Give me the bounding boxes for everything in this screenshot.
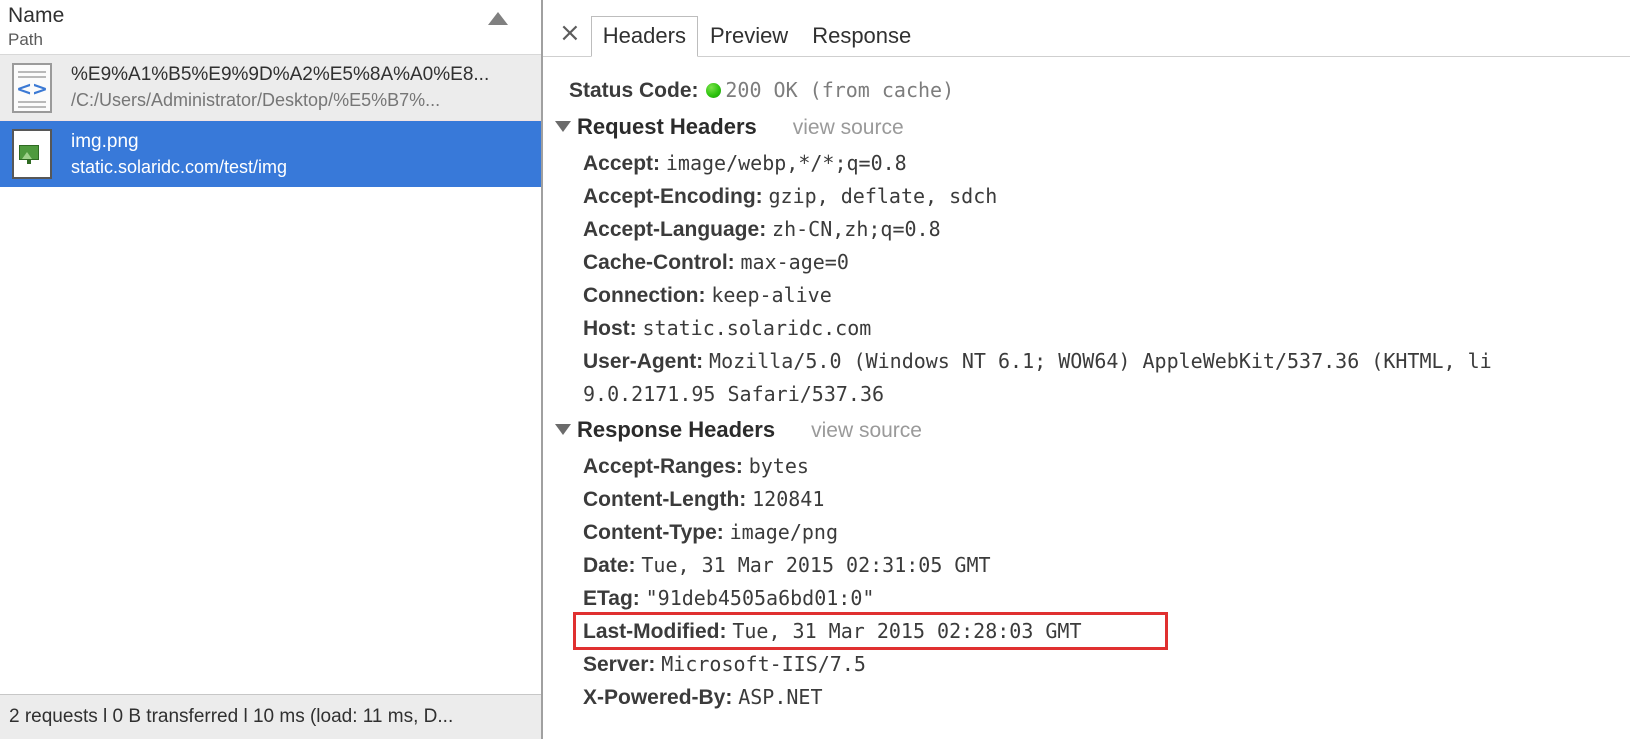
header-row-cache-control: Cache-Control: max-age=0 (543, 246, 1630, 279)
header-row-accept-ranges: Accept-Ranges: bytes (543, 450, 1630, 483)
header-row-accept-language: Accept-Language: zh-CN,zh;q=0.8 (543, 213, 1630, 246)
header-row-last-modified: Last-Modified: Tue, 31 Mar 2015 02:28:03… (543, 615, 1630, 648)
response-headers-section-header[interactable]: Response Headers view source (543, 411, 1630, 450)
header-value: Tue, 31 Mar 2015 02:28:03 GMT (732, 619, 1082, 643)
header-value: Microsoft-IIS/7.5 (661, 652, 866, 676)
header-key: Host: (583, 317, 637, 340)
request-headers-title: Request Headers (577, 114, 757, 139)
request-headers-view-source-link[interactable]: view source (793, 116, 904, 139)
headers-detail-panel: × Headers Preview Response . Status Code… (543, 0, 1630, 739)
status-code-row: Status Code: 200 OK (from cache) (543, 73, 1630, 108)
detail-tabbar: × Headers Preview Response (543, 0, 1630, 57)
header-value: "91deb4505a6bd01:0" (645, 586, 875, 610)
document-code-icon: <> (12, 62, 56, 113)
request-list-header: Name Path (0, 0, 541, 55)
green-status-dot-icon (706, 83, 722, 98)
header-value: 120841 (752, 487, 825, 511)
close-icon[interactable]: × (555, 20, 591, 56)
request-list: <> %E9%A1%B5%E9%9D%A2%E5%8A%A0%E8... /C:… (0, 55, 541, 694)
headers-content: . Status Code: 200 OK (from cache) Reque… (543, 57, 1630, 739)
chevron-down-icon[interactable] (555, 121, 571, 132)
request-path: /C:/Users/Administrator/Desktop/%E5%B7%.… (71, 90, 441, 110)
column-header-name[interactable]: Name (8, 3, 541, 29)
header-key: Content-Length: (583, 488, 747, 511)
header-key: Accept-Ranges: (583, 455, 743, 478)
header-key: Server: (583, 653, 656, 676)
header-value: gzip, deflate, sdch (768, 184, 998, 208)
request-row-text: %E9%A1%B5%E9%9D%A2%E5%8A%A0%E8... /C:/Us… (71, 62, 541, 113)
request-row-image[interactable]: img.png static.solaridc.com/test/img (0, 121, 541, 187)
header-key: ETag: (583, 587, 640, 610)
header-value: bytes (748, 454, 809, 478)
header-value: image/webp,*/*;q=0.8 (665, 151, 907, 175)
tab-headers[interactable]: Headers (590, 16, 698, 57)
header-key: X-Powered-By: (583, 686, 733, 709)
header-key: Accept-Encoding: (583, 185, 763, 208)
clipped-scrolled-line: . (543, 57, 1630, 73)
header-value: zh-CN,zh;q=0.8 (772, 217, 941, 241)
column-header-path[interactable]: Path (8, 29, 541, 51)
header-row-date: Date: Tue, 31 Mar 2015 02:31:05 GMT (543, 549, 1630, 582)
header-value: keep-alive (711, 283, 832, 307)
response-headers-view-source-link[interactable]: view source (811, 419, 922, 442)
header-value: ASP.NET (738, 685, 823, 709)
tab-response[interactable]: Response (800, 16, 923, 57)
header-key: Last-Modified: (583, 620, 727, 643)
chevron-down-icon[interactable] (555, 424, 571, 435)
header-key: Date: (583, 554, 636, 577)
header-value: max-age=0 (740, 250, 849, 274)
header-key: Accept-Language: (583, 218, 767, 241)
tab-preview[interactable]: Preview (698, 16, 800, 57)
header-row-user-agent-continued: 9.0.2171.95 Safari/537.36 (583, 382, 885, 406)
header-value: image/png (729, 520, 838, 544)
image-file-icon (12, 129, 56, 179)
header-row-x-powered-by: X-Powered-By: ASP.NET (543, 681, 1630, 714)
request-name: %E9%A1%B5%E9%9D%A2%E5%8A%A0%E8... (71, 64, 490, 85)
header-value: Tue, 31 Mar 2015 02:31:05 GMT (641, 553, 991, 577)
devtools-network-panel: Name Path <> %E9%A1%B5%E9%9D%A2%E5%8A%A0… (0, 0, 1630, 739)
request-headers-section-header[interactable]: Request Headers view source (543, 108, 1630, 147)
header-key: Content-Type: (583, 521, 724, 544)
request-name: img.png (71, 130, 139, 152)
status-code-label: Status Code: (569, 79, 699, 102)
header-value: Mozilla/5.0 (Windows NT 6.1; WOW64) Appl… (709, 349, 1492, 373)
header-row-content-length: Content-Length: 120841 (543, 483, 1630, 516)
sort-ascending-triangle-icon[interactable] (488, 12, 508, 25)
response-headers-title: Response Headers (577, 417, 776, 442)
header-row-accept: Accept: image/webp,*/*;q=0.8 (543, 147, 1630, 180)
request-row-text: img.png static.solaridc.com/test/img (71, 129, 541, 180)
header-row-user-agent: User-Agent: Mozilla/5.0 (Windows NT 6.1;… (543, 345, 1630, 378)
request-list-panel: Name Path <> %E9%A1%B5%E9%9D%A2%E5%8A%A0… (0, 0, 543, 739)
header-row-host: Host: static.solaridc.com (543, 312, 1630, 345)
header-key: Connection: (583, 284, 706, 307)
request-path: static.solaridc.com/test/img (71, 156, 288, 177)
network-status-bar: 2 requests l 0 B transferred l 10 ms (lo… (0, 694, 541, 739)
status-code-value: 200 OK (from cache) (725, 78, 955, 102)
header-row-server: Server: Microsoft-IIS/7.5 (543, 648, 1630, 681)
header-row-content-type: Content-Type: image/png (543, 516, 1630, 549)
header-row-accept-encoding: Accept-Encoding: gzip, deflate, sdch (543, 180, 1630, 213)
header-value: static.solaridc.com (642, 316, 872, 340)
header-row-connection: Connection: keep-alive (543, 279, 1630, 312)
request-row-document[interactable]: <> %E9%A1%B5%E9%9D%A2%E5%8A%A0%E8... /C:… (0, 55, 541, 121)
header-row-etag: ETag: "91deb4505a6bd01:0" (543, 582, 1630, 615)
header-key: Cache-Control: (583, 251, 735, 274)
header-key: User-Agent: (583, 350, 704, 373)
header-key: Accept: (583, 152, 661, 175)
